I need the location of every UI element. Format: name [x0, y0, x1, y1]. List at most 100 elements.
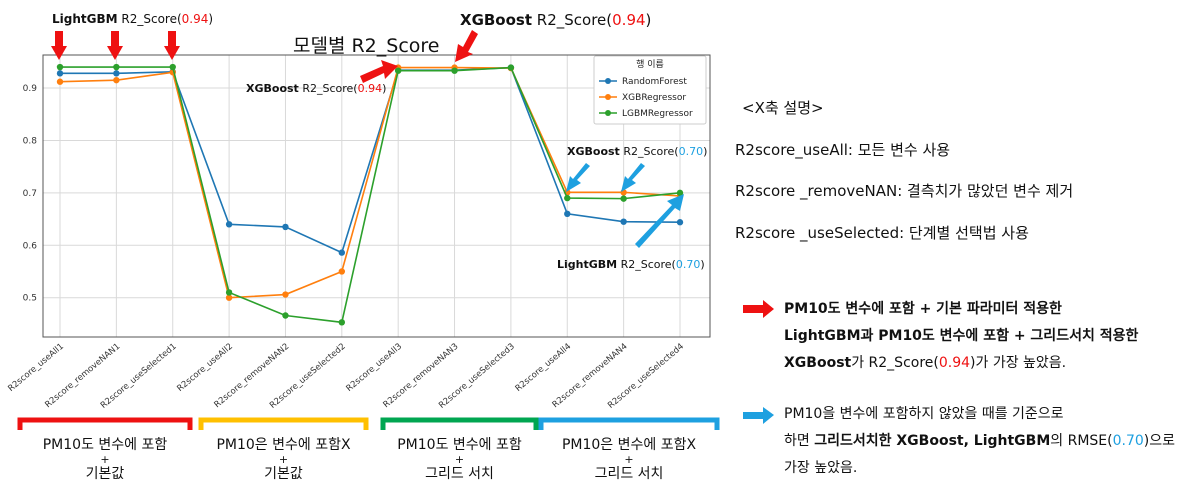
annotation-close: ) [208, 12, 214, 26]
data-point-lgbmregressor [225, 289, 233, 296]
legend-marker [605, 110, 611, 116]
data-point-xgbregressor [56, 78, 64, 85]
data-point-xgbregressor [282, 291, 289, 298]
annotation-value: 0.94 [612, 11, 646, 29]
data-point-lgbmregressor [56, 63, 64, 71]
data-point-lgbmregressor [169, 63, 176, 71]
data-point-xgbregressor [113, 76, 120, 84]
blue-arrow-3 [635, 194, 684, 248]
data-point-lgbmregressor [620, 195, 627, 202]
blue-note-line1: PM10을 변수에 포함하지 않았을 때를 기준으로 [784, 406, 1064, 422]
bracket-group-2 [198, 417, 369, 430]
data-point-lgbmregressor [564, 194, 571, 202]
data-point-lgbmregressor [338, 319, 346, 326]
legend: 행 이름 RandomForest XGBRegressor LGBMRegress… [593, 55, 707, 125]
legend-title: 행 이름 [636, 58, 664, 70]
blue-note-pre: 하면 [784, 433, 815, 449]
data-point-lgbmregressor [451, 67, 458, 74]
group-label-line2: 기본값 [85, 466, 125, 482]
blue-note-tail: )으로 [1143, 433, 1176, 449]
red-diag-arrow [455, 30, 478, 62]
group-label-1: PM10도 변수에 포함 + 기본값 [20, 437, 190, 483]
legend-label: XGBRegressor [622, 93, 686, 103]
bracket-group-3 [380, 417, 539, 430]
red-down-arrow-1 [51, 31, 67, 60]
red-note-value: 0.94 [938, 355, 971, 371]
red-note-tail: )가 가장 높았음. [970, 355, 1067, 371]
annotation-lgbm-right: LightGBM R2_Score(0.70) [557, 258, 705, 271]
legend-label: LGBMRegressor [622, 109, 693, 119]
x-tick-label: R2score_useAll4 [514, 342, 574, 394]
group-label-plus: + [278, 453, 289, 466]
blue-note: PM10을 변수에 포함하지 않았을 때를 기준으로 하면 그리드서치한 XGB… [784, 401, 1175, 482]
data-point-randomforest [338, 249, 346, 256]
group-label-plus: + [454, 453, 465, 466]
blue-arrow-1 [566, 163, 590, 192]
red-note: PM10도 변수에 포함 + 기본 파라미터 적용한 LightGBM과 PM1… [784, 296, 1138, 377]
x-tick-label: R2score_useAll1 [6, 342, 66, 394]
x-tick-label: R2score_useAll3 [345, 342, 405, 394]
series-line-randomforest [60, 66, 681, 254]
data-point-randomforest [564, 210, 571, 218]
legend-marker [605, 94, 611, 100]
group-label-line1: PM10도 변수에 포함 [42, 437, 168, 453]
series-line-lgbmregressor [60, 66, 681, 324]
annotation-value: 0.94 [181, 12, 209, 26]
data-point-randomforest [56, 70, 64, 77]
y-tick-label: 0.6 [23, 241, 38, 251]
x-tick-label: R2score_useAll2 [175, 342, 235, 394]
annotation-metric: R2_Score( [117, 12, 182, 26]
y-tick-label: 0.7 [23, 189, 37, 199]
group-label-3: PM10도 변수에 포함 + 그리드 서치 [378, 437, 541, 483]
series [56, 63, 684, 326]
red-note-model: XGBoost [784, 355, 852, 371]
red-down-arrow-2 [107, 31, 123, 60]
data-point-randomforest [113, 70, 120, 77]
annotation-lgbm-top: LightGBM R2_Score(0.94) [52, 12, 213, 26]
group-label-line1: PM10은 변수에 포함X [216, 437, 351, 453]
xaxis-desc-heading: <X축 설명> [742, 99, 824, 117]
group-label-2: PM10은 변수에 포함X + 기본값 [196, 437, 371, 483]
annotation-xgb-right: XGBoost R2_Score(0.70) [567, 145, 707, 158]
group-label-4: PM10은 변수에 포함X + 그리드 서치 [541, 437, 717, 483]
data-point-randomforest [620, 218, 627, 225]
annotation-metric: R2_Score( [298, 82, 358, 95]
annotation-model: XGBoost [460, 11, 533, 29]
group-label-plus: + [100, 453, 110, 466]
legend-label: RandomForest [622, 77, 687, 87]
annotation-metric: R2_Score( [619, 145, 679, 158]
red-note-line2: LightGBM과 PM10도 변수에 포함 + 그리드서치 적용한 [784, 328, 1139, 344]
blue-note-line2: 하면 그리드서치한 XGBoost, LightGBM의 RMSE(0.70)으… [784, 428, 1175, 455]
data-point-xgbregressor [338, 268, 346, 275]
blue-note-line3: 가장 높았음. [784, 460, 858, 476]
y-tick-label: 0.8 [23, 136, 38, 146]
annotation-metric: R2_Score( [617, 258, 676, 271]
xaxis-desc-item-1: R2score_useAll: 모든 변수 사용 [735, 141, 951, 159]
group-label-line1: PM10도 변수에 포함 [397, 437, 522, 453]
annotation-value: 0.70 [675, 258, 701, 271]
red-note-text: 가 R2_Score( [851, 355, 939, 371]
group-label-plus: + [624, 453, 634, 466]
xaxis-desc-item-2: R2score _removeNAN: 결측치가 많았던 변수 제거 [735, 182, 1074, 200]
blue-note-text: 의 RMSE( [1050, 433, 1113, 449]
red-right-arrow [360, 60, 398, 83]
data-point-randomforest [676, 219, 684, 226]
annotation-model: LightGBM [52, 12, 118, 26]
annotation-xgb-mid: XGBoost R2_Score(0.94) [246, 82, 386, 95]
group-label-line2: 기본값 [264, 466, 303, 482]
legend-marker [605, 78, 611, 84]
annotation-value: 0.94 [357, 82, 383, 95]
chart-title: 모델별 R2_Score [293, 35, 440, 57]
bracket-group-4 [538, 417, 720, 430]
annotation-model: LightGBM [557, 258, 618, 271]
bracket-group-1 [17, 417, 193, 430]
annotation-close: ) [700, 258, 705, 271]
blue-note-value: 0.70 [1112, 433, 1144, 449]
red-down-arrow-3 [164, 31, 180, 60]
annotation-close: ) [382, 82, 387, 95]
group-label-line2: 그리드 서치 [594, 466, 664, 482]
group-label-line1: PM10은 변수에 포함X [561, 437, 697, 453]
data-point-randomforest [282, 223, 289, 231]
annotation-close: ) [703, 145, 708, 158]
annotation-value: 0.70 [678, 145, 704, 158]
